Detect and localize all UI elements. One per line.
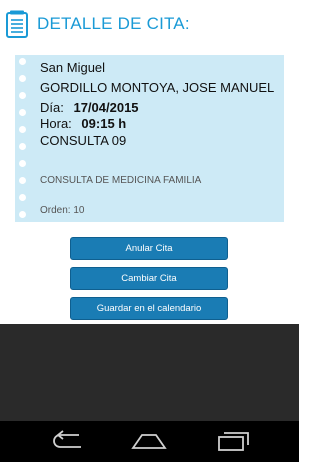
recent-apps-icon[interactable] <box>214 429 254 453</box>
date-value: 17/04/2015 <box>73 100 139 115</box>
specialty-text: CONSULTA DE MEDICINA FAMILIA <box>40 175 202 186</box>
change-appointment-button[interactable]: Cambiar Cita <box>70 267 228 290</box>
appointment-card: San Miguel GORDILLO MONTOYA, JOSE MANUEL… <box>15 55 284 222</box>
back-icon[interactable] <box>48 429 88 453</box>
system-navbar <box>0 421 299 462</box>
notepad-holes <box>19 55 29 222</box>
date-label: Día: <box>40 100 64 115</box>
time-line: Hora: 09:15 h <box>40 116 126 131</box>
save-calendar-button[interactable]: Guardar en el calendario <box>70 297 228 320</box>
home-icon[interactable] <box>129 429 169 453</box>
order-text: Orden: 10 <box>40 205 85 216</box>
place-text: San Miguel <box>40 60 106 75</box>
header: DETALLE DE CITA: <box>6 6 296 42</box>
empty-area <box>0 324 299 421</box>
patient-name: GORDILLO MONTOYA, JOSE MANUEL <box>40 80 275 95</box>
notepad-icon <box>6 10 28 38</box>
time-value: 09:15 h <box>81 116 127 131</box>
time-label: Hora: <box>40 116 72 131</box>
room-text: CONSULTA 09 <box>40 133 127 148</box>
cancel-appointment-button[interactable]: Anular Cita <box>70 237 228 260</box>
page-title: DETALLE DE CITA: <box>37 14 190 33</box>
date-line: Día: 17/04/2015 <box>40 100 139 115</box>
